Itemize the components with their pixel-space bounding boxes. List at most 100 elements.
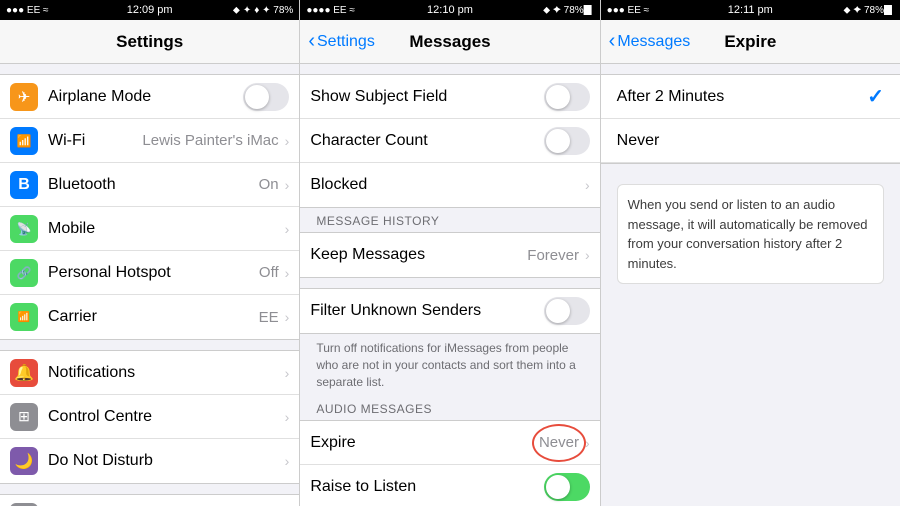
hotspot-icon: 🔗 [10,259,38,287]
settings-panel: ●●● EE ≈ 12:09 pm ⬥ ✦ ♦ ✦ 78% Settings ✈… [0,0,299,506]
carrier-label: Carrier [48,308,259,326]
status-bar-time-2: 12:10 pm [427,4,473,16]
status-bar-left-3: ●●● EE ≈ [607,5,650,16]
after-2-min-item[interactable]: After 2 Minutes ✓ [601,75,900,119]
back-label-2: Settings [317,33,375,51]
airplane-toggle[interactable] [243,83,289,111]
back-button-2[interactable]: ‹ Settings [308,30,374,53]
airplane-icon: ✈ [10,83,38,111]
audio-expire-item[interactable]: Expire Never › [300,421,599,465]
wifi-label: Wi-Fi [48,132,142,150]
back-chevron-icon-3: ‹ [609,30,616,53]
dnd-chevron: › [285,453,290,469]
nav-bar-1: Settings [0,20,299,64]
messages-title: Messages [409,32,490,52]
status-bar-3: ●●● EE ≈ 12:11 pm ⬥ ✦ 78%▊ [601,0,900,20]
battery-text: ♦ ✦ 78% [254,5,293,16]
status-bar-left-2: ●●●● EE ≈ [306,5,355,16]
carrier-icon: 📶 [10,303,38,331]
group-1: ✈ Airplane Mode 📶 Wi-Fi Lewis Painter's … [0,74,299,340]
hotspot-chevron: › [285,265,290,281]
raise-listen-item[interactable]: Raise to Listen [300,465,599,506]
checkmark-icon: ✓ [867,84,884,109]
messages-list[interactable]: Show Subject Field Character Count Block… [300,64,599,506]
settings-list[interactable]: ✈ Airplane Mode 📶 Wi-Fi Lewis Painter's … [0,64,299,506]
dnd-label: Do Not Disturb [48,452,283,470]
audio-expire-value: Never [539,434,579,451]
status-bar-right-2: ⬥ ✦ 78%▊ [543,5,594,16]
carrier-item[interactable]: 📶 Carrier EE › [0,295,299,339]
dnd-icon: 🌙 [10,447,38,475]
messages-group-3: Filter Unknown Senders [300,288,599,334]
notifications-icon: 🔔 [10,359,38,387]
wifi-chevron: › [285,133,290,149]
nav-bar-2: ‹ Settings Messages [300,20,599,64]
show-subject-toggle[interactable] [544,83,590,111]
control-item[interactable]: ⊞ Control Centre › [0,395,299,439]
wifi-icon: 📶 [10,127,38,155]
notifications-item[interactable]: 🔔 Notifications › [0,351,299,395]
expire-info-text: When you send or listen to an audio mess… [628,197,868,271]
expire-panel: ●●● EE ≈ 12:11 pm ⬥ ✦ 78%▊ ‹ Messages Ex… [601,0,900,506]
keep-messages-label: Keep Messages [310,246,527,264]
blocked-item[interactable]: Blocked › [300,163,599,207]
bluetooth-icon: ✦ [243,5,251,16]
messages-audio-group: Expire Never › Raise to Listen [300,420,599,506]
show-subject-label: Show Subject Field [310,88,543,106]
hotspot-item[interactable]: 🔗 Personal Hotspot Off › [0,251,299,295]
mobile-icon: 📡 [10,215,38,243]
mobile-chevron: › [285,221,290,237]
back-chevron-icon: ‹ [308,30,315,53]
audio-header: AUDIO MESSAGES [300,396,599,420]
airplane-label: Airplane Mode [48,88,243,106]
bluetooth-icon: B [10,171,38,199]
mobile-item[interactable]: 📡 Mobile › [0,207,299,251]
back-button-3[interactable]: ‹ Messages [609,30,691,53]
group-2: 🔔 Notifications › ⊞ Control Centre › 🌙 D… [0,350,299,484]
char-count-toggle[interactable] [544,127,590,155]
raise-listen-toggle[interactable] [544,473,590,501]
keep-messages-chevron: › [585,247,590,263]
bluetooth-label: Bluetooth [48,176,259,194]
message-history-header: MESSAGE HISTORY [300,208,599,232]
status-bar-left-1: ●●● EE ≈ [6,5,49,16]
audio-expire-label: Expire [310,434,539,452]
general-icon: ⚙ [10,503,38,506]
blocked-chevron: › [585,177,590,193]
dnd-item[interactable]: 🌙 Do Not Disturb › [0,439,299,483]
status-bar-right-1: ⬥ ✦ ♦ ✦ 78% [233,5,293,16]
notifications-chevron: › [285,365,290,381]
raise-listen-label: Raise to Listen [310,478,543,496]
control-chevron: › [285,409,290,425]
never-label: Never [617,132,884,150]
audio-expire-chevron: › [585,435,590,451]
mobile-label: Mobile [48,220,283,238]
wifi-item[interactable]: 📶 Wi-Fi Lewis Painter's iMac › [0,119,299,163]
group-3: ⚙ General › A Display & Brightness › ❀ W… [0,494,299,506]
carrier-chevron: › [285,309,290,325]
keep-messages-item[interactable]: Keep Messages Forever › [300,233,599,277]
airplane-mode-item[interactable]: ✈ Airplane Mode [0,75,299,119]
filter-unknown-label: Filter Unknown Senders [310,302,543,320]
filter-unknown-item[interactable]: Filter Unknown Senders [300,289,599,333]
filter-note: Turn off notifications for iMessages fro… [300,334,599,396]
expire-list[interactable]: After 2 Minutes ✓ Never When you send or… [601,64,900,506]
keep-messages-value: Forever [527,247,579,264]
bluetooth-chevron: › [285,177,290,193]
char-count-item[interactable]: Character Count [300,119,599,163]
bluetooth-value: On [259,176,279,193]
hotspot-value: Off [259,264,279,281]
messages-group-2: Keep Messages Forever › [300,232,599,278]
filter-toggle[interactable] [544,297,590,325]
control-label: Control Centre [48,408,283,426]
nav-bar-3: ‹ Messages Expire [601,20,900,64]
expire-options-group: After 2 Minutes ✓ Never [601,74,900,164]
status-bar-1: ●●● EE ≈ 12:09 pm ⬥ ✦ ♦ ✦ 78% [0,0,299,20]
general-item[interactable]: ⚙ General › [0,495,299,506]
never-item[interactable]: Never [601,119,900,163]
control-icon: ⊞ [10,403,38,431]
show-subject-item[interactable]: Show Subject Field [300,75,599,119]
carrier-value: EE [259,309,279,326]
bluetooth-item[interactable]: B Bluetooth On › [0,163,299,207]
signal-icon: ⬥ [233,5,240,16]
